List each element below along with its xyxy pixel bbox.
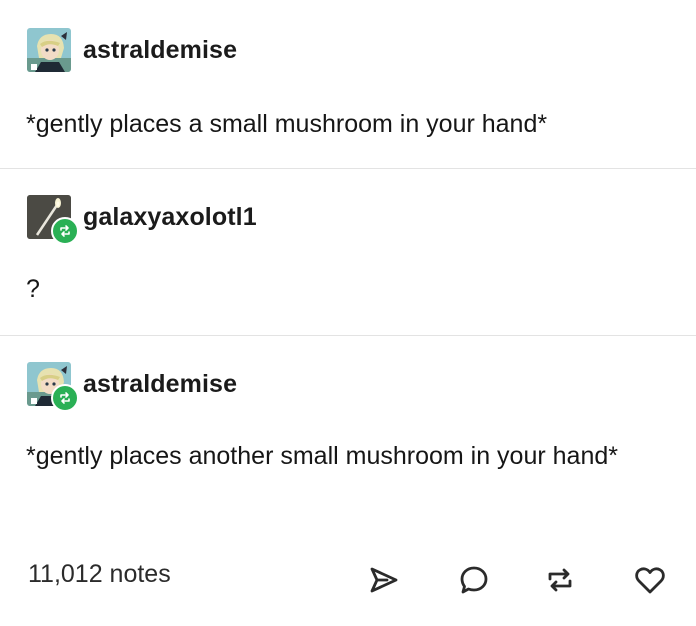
username[interactable]: galaxyaxolotl1 [83,203,257,232]
avatar[interactable] [27,195,79,245]
reblog-icon [60,392,70,404]
anime-character-avatar-icon [27,28,71,72]
reblog-button[interactable] [540,560,580,600]
share-icon [370,567,398,593]
post-header: galaxyaxolotl1 [27,195,257,245]
avatar[interactable] [27,362,79,412]
reblog-badge [51,384,79,412]
post-header: astraldemise [27,28,237,72]
reply-icon [460,566,488,594]
reblog-icon [548,568,572,592]
like-icon [635,567,665,594]
avatar[interactable] [27,28,71,72]
reblog-badge [51,217,79,245]
post-3: astraldemise *gently places another smal… [0,336,696,536]
post-actions [0,560,696,600]
post-header: astraldemise [27,362,237,412]
username[interactable]: astraldemise [83,370,237,399]
post-body: *gently places a small mushroom in your … [26,110,548,138]
post-body: *gently places another small mushroom in… [26,442,618,470]
reply-button[interactable] [454,560,494,600]
post-body: ? [26,275,40,303]
like-button[interactable] [630,560,670,600]
share-button[interactable] [364,560,404,600]
post-1: astraldemise *gently places a small mush… [0,0,696,168]
reblog-icon [60,225,70,237]
post-2: galaxyaxolotl1 ? [0,169,696,335]
username[interactable]: astraldemise [83,36,237,65]
